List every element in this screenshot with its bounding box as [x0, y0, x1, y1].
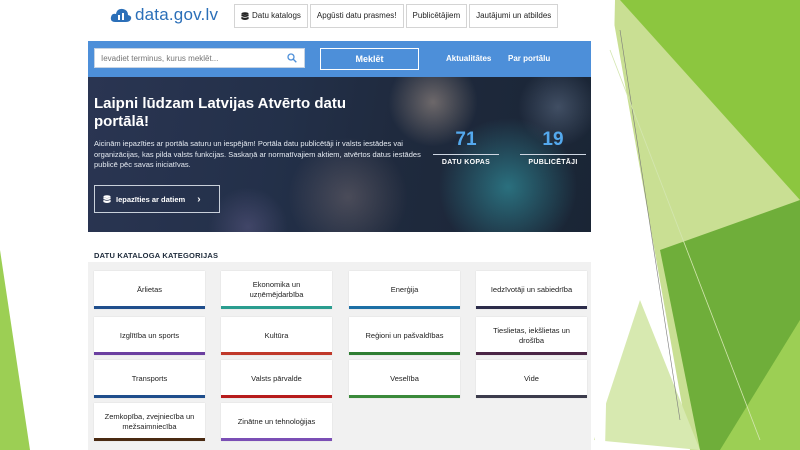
- site-logo[interactable]: data.gov.lv: [110, 5, 218, 25]
- bokeh-light: [208, 187, 288, 232]
- category-color-bar: [349, 395, 460, 398]
- search-icon[interactable]: [287, 53, 297, 63]
- category-label: Veselība: [390, 374, 419, 383]
- database-icon: [103, 194, 111, 203]
- search-bar: Meklēt Aktualitātes Par portālu: [88, 41, 591, 77]
- category-color-bar: [221, 438, 332, 441]
- categories-grid: Ārlietas Ekonomika un uzņēmējdarbība Ene…: [88, 262, 591, 450]
- stat-label: DATU KOPAS: [441, 159, 491, 166]
- category-label: Zemkopība, zvejniecība un mežsaimniecība: [104, 412, 195, 431]
- database-icon: [241, 11, 249, 20]
- link-aktualitates[interactable]: Aktualitātes: [446, 54, 491, 63]
- category-color-bar: [94, 306, 205, 309]
- stat-divider: [433, 154, 499, 155]
- nav-label: Apgūsti datu prasmes!: [316, 11, 397, 20]
- category-label: Vide: [524, 374, 539, 383]
- category-izglitiba[interactable]: Izglītība un sports: [94, 317, 205, 355]
- stat-datasets[interactable]: 71 DATU KOPAS: [433, 129, 499, 166]
- nav-label: Datu katalogs: [252, 11, 301, 20]
- category-veseliba[interactable]: Veselība: [349, 360, 460, 398]
- portal-page: data.gov.lv Datu katalogs Apgūsti datu p…: [88, 0, 591, 450]
- category-label: Ārlietas: [136, 285, 162, 294]
- category-tieslietas[interactable]: Tieslietas, iekšlietas un drošība: [476, 317, 587, 355]
- link-par-portalu[interactable]: Par portālu: [508, 54, 550, 63]
- category-label: Enerģija: [390, 285, 419, 294]
- category-label: Kultūra: [264, 331, 289, 340]
- category-color-bar: [476, 306, 587, 309]
- categories-title: DATU KATALOGA KATEGORIJAS: [94, 251, 219, 260]
- nav-label: Publicētājiem: [412, 11, 461, 20]
- category-kultura[interactable]: Kultūra: [221, 317, 332, 355]
- top-header: data.gov.lv Datu katalogs Apgūsti datu p…: [88, 0, 591, 38]
- category-color-bar: [94, 438, 205, 441]
- nav-datu-katalogs[interactable]: Datu katalogs: [234, 4, 308, 28]
- nav-jautajumi-un-atbildes[interactable]: Jautājumi un atbildes: [469, 4, 559, 28]
- nav-publicetajiem[interactable]: Publicētājiem: [405, 4, 468, 28]
- category-label: Valsts pārvalde: [251, 374, 302, 383]
- category-color-bar: [349, 306, 460, 309]
- category-vide[interactable]: Vide: [476, 360, 587, 398]
- hero-banner: Laipni lūdzam Latvijas Atvērto datu port…: [88, 77, 591, 232]
- category-iedzivotaji[interactable]: Iedzīvotāji un sabiedrība: [476, 271, 587, 309]
- category-color-bar: [221, 352, 332, 355]
- explore-button-label: Iepazīties ar datiem: [116, 194, 186, 204]
- category-regioni[interactable]: Reģioni un pašvaldības: [349, 317, 460, 355]
- category-zinatne[interactable]: Zinātne un tehnoloģijas: [221, 403, 332, 441]
- top-navigation: Datu katalogs Apgūsti datu prasmes! Publ…: [234, 4, 560, 28]
- category-zemkopiba[interactable]: Zemkopība, zvejniecība un mežsaimniecība: [94, 403, 205, 441]
- category-ekonomika[interactable]: Ekonomika un uzņēmējdarbība: [221, 271, 332, 309]
- category-color-bar: [221, 395, 332, 398]
- category-color-bar: [349, 352, 460, 355]
- stat-value: 71: [455, 129, 477, 150]
- logo-text: data.gov.lv: [135, 5, 219, 24]
- category-label: Reģioni un pašvaldības: [365, 331, 444, 340]
- stat-value: 19: [542, 129, 564, 150]
- category-label: Izglītība un sports: [119, 331, 180, 340]
- category-label: Iedzīvotāji un sabiedrība: [490, 285, 573, 294]
- category-color-bar: [94, 352, 205, 355]
- category-label: Tieslietas, iekšlietas un drošība: [493, 326, 570, 345]
- stat-label: PUBLICĒTĀJI: [528, 159, 578, 166]
- category-label: Transports: [131, 374, 168, 383]
- category-label: Zinātne un tehnoloģijas: [237, 417, 316, 426]
- category-color-bar: [476, 395, 587, 398]
- stat-divider: [520, 154, 586, 155]
- hero-description: Aicinām iepazīties ar portāla saturu un …: [94, 139, 421, 169]
- category-energija[interactable]: Enerģija: [349, 271, 460, 309]
- category-transports[interactable]: Transports: [94, 360, 205, 398]
- search-button[interactable]: Meklēt: [320, 48, 419, 70]
- category-valsts-parvalde[interactable]: Valsts pārvalde: [221, 360, 332, 398]
- nav-label: Jautājumi un atbildes: [476, 11, 552, 20]
- explore-data-button[interactable]: Iepazīties ar datiem ›: [94, 185, 220, 213]
- category-color-bar: [221, 306, 332, 309]
- category-arlietas[interactable]: Ārlietas: [94, 271, 205, 309]
- category-label: Ekonomika un uzņēmējdarbība: [249, 280, 304, 299]
- stat-publishers[interactable]: 19 PUBLICĒTĀJI: [520, 129, 586, 166]
- category-color-bar: [94, 395, 205, 398]
- search-input[interactable]: [94, 48, 305, 68]
- hero-title: Laipni lūdzam Latvijas Atvērto datu port…: [94, 95, 346, 130]
- cloud-logo-icon: [110, 8, 132, 22]
- chevron-right-icon: ›: [197, 193, 201, 205]
- nav-apgusti-datu-prasmes[interactable]: Apgūsti datu prasmes!: [309, 4, 404, 28]
- category-color-bar: [476, 352, 587, 355]
